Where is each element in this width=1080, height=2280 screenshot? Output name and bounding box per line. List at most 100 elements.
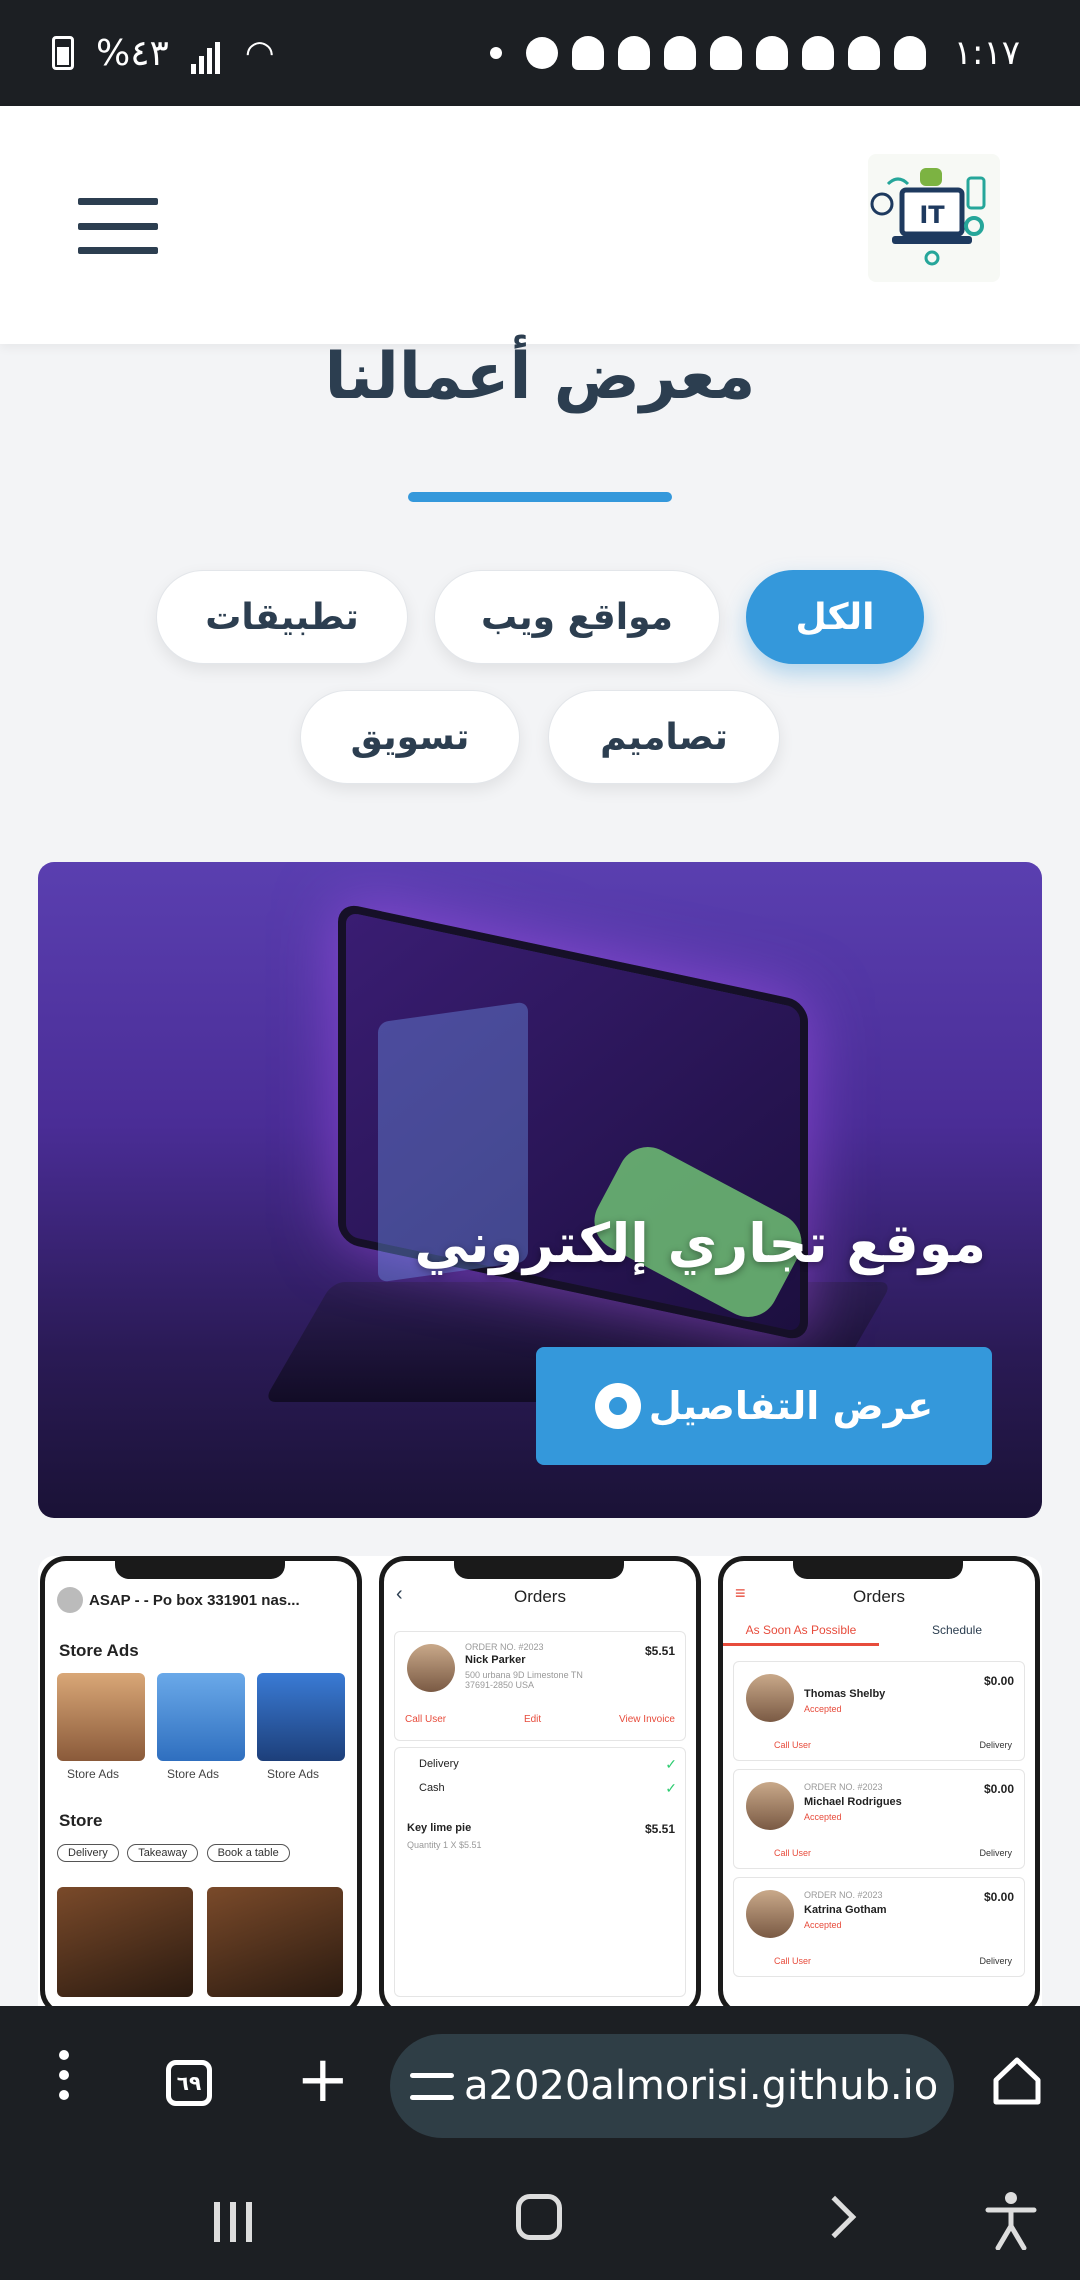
order-status: Accepted <box>804 1704 842 1714</box>
phone-mockup-orders-list: ≡ Orders As Soon As Possible Schedule Th… <box>718 1556 1040 2006</box>
site-header: IT <box>0 106 1080 344</box>
chip: Takeaway <box>127 1844 199 1862</box>
delivery-label: Delivery <box>979 1956 1012 1966</box>
address-bar: ASAP - - Po box 331901 nas... <box>57 1587 345 1613</box>
home-glyph <box>993 2057 1041 2105</box>
filter-marketing[interactable]: تسويق <box>300 690 520 784</box>
view-invoice-action: View Invoice <box>619 1714 675 1725</box>
order-card: ORDER NO. #2023 Nick Parker 500 urbana 9… <box>394 1631 686 1741</box>
address-bar[interactable]: a2020almorisi.github.io <box>390 2034 954 2138</box>
store-ad-image <box>157 1673 245 1761</box>
filter-websites[interactable]: مواقع ويب <box>434 570 720 664</box>
customer-avatar <box>407 1644 455 1692</box>
logo-graphic: IT <box>870 168 986 266</box>
messenger-icon <box>525 37 558 69</box>
delivery-label: Delivery <box>979 1848 1012 1858</box>
store-ad-image <box>57 1673 145 1761</box>
filter-apps[interactable]: تطبيقات <box>156 570 408 664</box>
avatar <box>57 1587 83 1613</box>
snapchat-icon <box>617 36 650 70</box>
order-row: Thomas Shelby Accepted $0.00 Call User D… <box>733 1661 1025 1761</box>
filter-designs[interactable]: تصاميم <box>548 690 780 784</box>
clock: ١:١٧ <box>953 33 1020 73</box>
order-row: ORDER NO. #2023 Katrina Gotham Accepted … <box>733 1877 1025 1977</box>
filter-all[interactable]: الكل <box>746 570 924 664</box>
chip: Delivery <box>57 1844 119 1862</box>
home-nav-icon[interactable] <box>516 2194 562 2240</box>
customer-avatar <box>746 1674 794 1722</box>
title-underline <box>408 492 672 502</box>
order-price: $5.51 <box>644 1644 675 1658</box>
system-nav-bar <box>0 2160 1080 2280</box>
order-row: ORDER NO. #2023 Michael Rodrigues Accept… <box>733 1769 1025 1869</box>
store-heading: Store <box>59 1811 103 1830</box>
snapchat-icon <box>571 36 604 70</box>
back-icon[interactable] <box>813 2195 857 2239</box>
call-user-action: Call User <box>405 1714 447 1725</box>
call-user-action: Call User <box>774 1740 812 1750</box>
home-icon[interactable] <box>990 2054 1044 2108</box>
edit-action: Edit <box>523 1714 542 1725</box>
order-price: $0.00 <box>983 1674 1014 1688</box>
snapchat-icon <box>755 36 788 70</box>
snapchat-icon <box>893 36 926 70</box>
notification-dot-icon <box>489 47 502 59</box>
customer-name: Thomas Shelby <box>804 1688 886 1700</box>
tabs-button[interactable]: ٦٩ <box>166 2060 212 2106</box>
site-settings-icon[interactable] <box>410 2064 454 2108</box>
call-user-action: Call User <box>774 1848 812 1858</box>
tab-schedule: Schedule <box>931 1623 983 1637</box>
item-price: $5.51 <box>644 1822 675 1836</box>
store-ad-label: Store Ads <box>67 1767 120 1781</box>
status-left: %٤٣ ◠ <box>52 33 275 74</box>
store-ad-label: Store Ads <box>267 1767 320 1781</box>
store-ad-label: Store Ads <box>167 1767 220 1781</box>
card-title: موقع تجاري إلكتروني <box>414 1212 986 1275</box>
customer-name: Michael Rodrigues <box>804 1796 902 1808</box>
address-text: ASAP - - Po box 331901 nas... <box>89 1591 300 1609</box>
section-title: معرض أعمالنا <box>324 340 756 414</box>
new-tab-icon[interactable]: + <box>296 2048 350 2112</box>
accessibility-icon[interactable] <box>984 2190 1038 2251</box>
hamburger-icon[interactable] <box>78 198 158 254</box>
svg-text:IT: IT <box>919 201 945 229</box>
signal-icon <box>190 33 223 74</box>
portfolio-card-app[interactable]: ASAP - - Po box 331901 nas... Store Ads … <box>38 1556 1042 2006</box>
restaurant-image <box>57 1887 193 1997</box>
orders-tabs: As Soon As Possible Schedule <box>723 1623 1035 1646</box>
eye-icon <box>594 1383 641 1429</box>
it-logo[interactable]: IT <box>868 154 1000 282</box>
chip-row: Delivery Takeaway Book a table <box>57 1843 294 1862</box>
phone-notch <box>793 1561 963 1579</box>
wifi-icon: ◠ <box>244 33 275 73</box>
customer-avatar <box>746 1782 794 1830</box>
restaurant-image <box>207 1887 343 1997</box>
order-status: Accepted <box>804 1920 842 1930</box>
battery-percent: %٤٣ <box>96 32 169 74</box>
url-text: a2020almorisi.github.io <box>464 2063 939 2109</box>
view-details-button[interactable]: عرض التفاصيل <box>536 1347 992 1465</box>
phone-mockup-store: ASAP - - Po box 331901 nas... Store Ads … <box>40 1556 362 2006</box>
more-options-icon[interactable] <box>52 2050 76 2100</box>
customer-name: Katrina Gotham <box>804 1904 887 1916</box>
customer-name: Nick Parker <box>465 1654 526 1666</box>
phone-mockup-order-detail: Orders ‹ ORDER NO. #2023 Nick Parker 500… <box>379 1556 701 2006</box>
snapchat-icon <box>801 36 834 70</box>
store-ad-image <box>257 1673 345 1761</box>
browser-toolbar: ٦٩ + a2020almorisi.github.io <box>0 2006 1080 2160</box>
status-right: ١:١٧ <box>489 33 1020 73</box>
check-icon: ✓ <box>665 1756 677 1772</box>
snapchat-icon <box>663 36 696 70</box>
store-ads-heading: Store Ads <box>59 1641 139 1660</box>
phone-notch <box>115 1561 285 1579</box>
battery-icon <box>52 36 74 70</box>
portfolio-card-ecommerce[interactable]: موقع تجاري إلكتروني عرض التفاصيل <box>38 862 1042 1518</box>
order-actions: Call User Edit View Invoice <box>405 1714 675 1725</box>
item-quantity: Quantity 1 X $5.51 <box>407 1840 482 1850</box>
chip: Book a table <box>206 1844 290 1862</box>
status-bar: %٤٣ ◠ ١:١٧ <box>0 0 1080 106</box>
cash-label: Cash <box>419 1782 445 1794</box>
customer-avatar <box>746 1890 794 1938</box>
check-icon: ✓ <box>665 1780 677 1796</box>
recents-icon[interactable] <box>214 2202 252 2242</box>
